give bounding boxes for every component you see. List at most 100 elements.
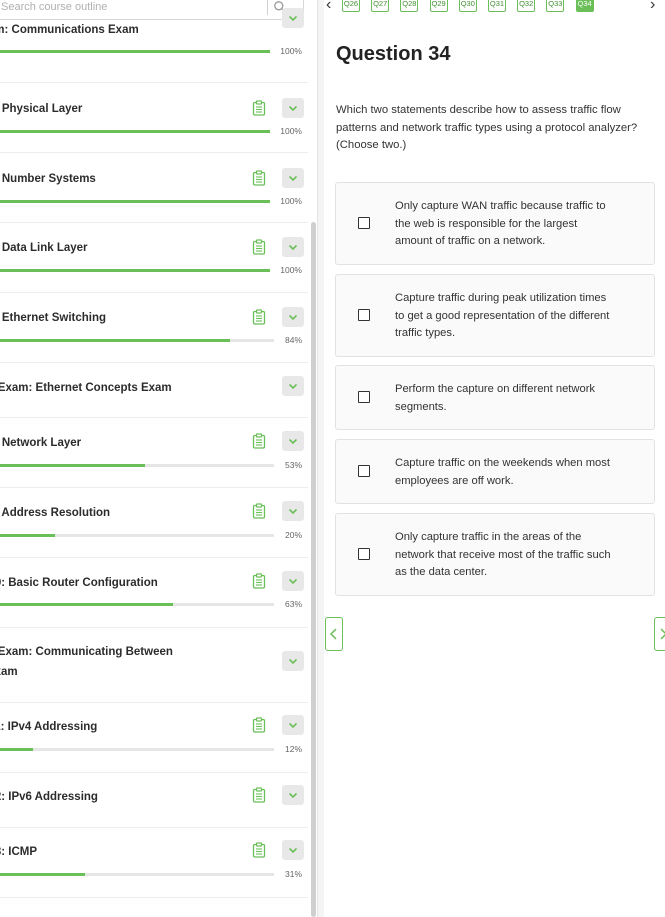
answer-checkbox[interactable] <box>358 309 370 321</box>
progress-percent: 100% <box>280 46 302 56</box>
module-row[interactable]: Module 8: Network Layer 53% <box>0 417 308 488</box>
next-questions-arrow[interactable]: › <box>650 0 655 14</box>
module-title[interactable]: Module 4: Physical Layer <box>0 99 82 119</box>
progress-fill <box>0 603 173 606</box>
question-panel: ‹ Q26 Q27 Q28 Q29 Q30 Q31 Q32 Q33 Q34 › Question… <box>324 0 665 917</box>
module-title[interactable]: Checkpoint Exam: Communicating Between N… <box>0 642 182 682</box>
question-navigator: ‹ Q26 Q27 Q28 Q29 Q30 Q31 Q32 Q33 Q34 › <box>324 0 665 14</box>
module-title[interactable]: Module 5: Number Systems <box>0 169 96 189</box>
clipboard-icon[interactable] <box>251 573 267 589</box>
prev-questions-arrow[interactable]: ‹ <box>326 0 331 14</box>
module-row[interactable]: Module 11: IPv4 Addressing 12% <box>0 702 308 773</box>
module-title[interactable]: Module 10: Basic Router Configuration <box>0 573 158 593</box>
answer-option[interactable]: Only capture WAN traffic because traffic… <box>335 182 655 265</box>
chevron-left-icon <box>329 628 337 640</box>
module-row[interactable]: Module 9: Address Resolution 20% <box>0 487 308 558</box>
clipboard-icon[interactable] <box>251 787 267 803</box>
module-title[interactable]: Module 9: Address Resolution <box>0 503 110 523</box>
expand-chevron-button[interactable] <box>282 715 304 735</box>
module-row[interactable]: Checkpoint Exam: Communications Exam 100% <box>0 0 308 83</box>
module-title[interactable]: Module 12: IPv6 Addressing <box>0 787 98 807</box>
answer-checkbox[interactable] <box>358 548 370 560</box>
question-nav-button[interactable]: Q29 <box>429 0 448 12</box>
expand-chevron-button[interactable] <box>282 376 304 396</box>
question-title: Question 34 <box>336 43 451 65</box>
progress-fill <box>0 534 55 537</box>
module-title[interactable]: Module 7: Ethernet Switching <box>0 308 106 328</box>
chevron-down-icon <box>288 438 298 445</box>
question-nav-button[interactable]: Q28 <box>400 0 419 12</box>
module-row[interactable]: Module 4: Physical Layer 100% <box>0 82 308 153</box>
progress-percent: 31% <box>284 869 302 879</box>
progress-fill <box>0 130 270 133</box>
chevron-down-icon <box>288 508 298 515</box>
progress-fill <box>0 748 33 751</box>
question-nav-button[interactable]: Q30 <box>458 0 477 12</box>
progress-track <box>0 464 274 467</box>
answer-text: Only capture WAN traffic because traffic… <box>395 200 606 247</box>
module-row[interactable]: Module 10: Basic Router Configuration 63% <box>0 557 308 628</box>
question-nav-button[interactable]: Q33 <box>546 0 565 12</box>
next-question-button[interactable] <box>654 617 665 651</box>
module-title[interactable]: Checkpoint Exam: Communications Exam <box>0 20 139 40</box>
progress-percent: 63% <box>284 599 302 609</box>
question-nav-button[interactable]: Q27 <box>371 0 390 12</box>
previous-question-button[interactable] <box>325 617 343 651</box>
module-row[interactable]: Module 5: Number Systems 100% <box>0 152 308 223</box>
module-row[interactable]: Checkpoint Exam: Ethernet Concepts Exam <box>0 362 308 418</box>
progress-percent: 53% <box>284 460 302 470</box>
panel-divider[interactable] <box>317 0 324 917</box>
module-title[interactable]: Module 6: Data Link Layer <box>0 238 88 258</box>
module-title[interactable]: Module 13: ICMP <box>0 842 37 862</box>
clipboard-icon[interactable] <box>251 170 267 186</box>
answer-checkbox[interactable] <box>358 465 370 477</box>
chevron-down-icon <box>288 578 298 585</box>
answer-option[interactable]: Capture traffic during peak utilization … <box>335 274 655 357</box>
clipboard-icon[interactable] <box>251 842 267 858</box>
expand-chevron-button[interactable] <box>282 840 304 860</box>
module-row[interactable]: Module 12: IPv6 Addressing <box>0 772 308 828</box>
question-nav-button[interactable]: Q34 <box>575 0 594 12</box>
module-title[interactable]: Module 8: Network Layer <box>0 433 81 453</box>
clipboard-icon[interactable] <box>251 433 267 449</box>
module-title[interactable]: Checkpoint Exam: Ethernet Concepts Exam <box>0 378 172 398</box>
module-row[interactable]: Module 7: Ethernet Switching 84% <box>0 292 308 363</box>
expand-chevron-button[interactable] <box>282 237 304 257</box>
module-row[interactable]: Checkpoint Exam: Communicating Between N… <box>0 627 308 703</box>
expand-chevron-button[interactable] <box>282 571 304 591</box>
question-nav-button[interactable]: Q31 <box>488 0 506 12</box>
progress-track <box>0 130 270 133</box>
clipboard-icon[interactable] <box>251 100 267 116</box>
answer-option[interactable]: Perform the capture on different network… <box>335 365 655 430</box>
expand-chevron-button[interactable] <box>282 651 304 671</box>
clipboard-icon[interactable] <box>251 309 267 325</box>
module-row[interactable]: Module 6: Data Link Layer 100% <box>0 222 308 293</box>
expand-chevron-button[interactable] <box>282 168 304 188</box>
clipboard-icon[interactable] <box>251 717 267 733</box>
answer-checkbox[interactable] <box>358 217 370 229</box>
question-nav-button[interactable]: Q32 <box>517 0 536 12</box>
answer-option[interactable]: Only capture traffic in the areas of the… <box>335 513 655 596</box>
answer-text: Only capture traffic in the areas of the… <box>395 531 611 578</box>
chevron-down-icon <box>288 15 298 22</box>
answer-text: Perform the capture on different network… <box>395 383 596 413</box>
clipboard-icon[interactable] <box>251 503 267 519</box>
module-row[interactable]: Module 13: ICMP 31% <box>0 827 308 898</box>
expand-chevron-button[interactable] <box>282 785 304 805</box>
answer-option[interactable]: Capture traffic on the weekends when mos… <box>335 439 655 504</box>
scrollbar[interactable] <box>311 222 316 917</box>
progress-track <box>0 748 274 751</box>
expand-chevron-button[interactable] <box>282 8 304 28</box>
expand-chevron-button[interactable] <box>282 431 304 451</box>
chevron-down-icon <box>288 244 298 251</box>
expand-chevron-button[interactable] <box>282 307 304 327</box>
chevron-right-icon <box>660 628 665 640</box>
course-outline-panel: Checkpoint Exam: Communications Exam 100%… <box>0 0 316 917</box>
expand-chevron-button[interactable] <box>282 98 304 118</box>
module-title[interactable]: Module 11: IPv4 Addressing <box>0 717 97 737</box>
expand-chevron-button[interactable] <box>282 501 304 521</box>
progress-percent: 20% <box>284 530 302 540</box>
question-nav-button[interactable]: Q26 <box>342 0 360 12</box>
clipboard-icon[interactable] <box>251 239 267 255</box>
answer-checkbox[interactable] <box>358 391 370 403</box>
